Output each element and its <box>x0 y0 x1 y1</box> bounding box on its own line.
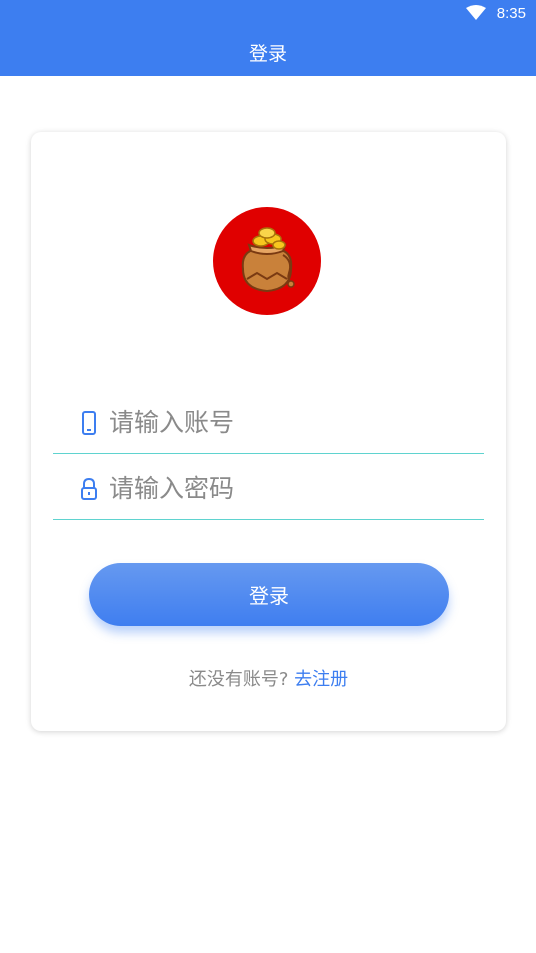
register-link[interactable]: 去注册 <box>294 669 348 690</box>
wifi-icon <box>466 5 486 20</box>
password-field <box>53 458 484 520</box>
password-input[interactable] <box>109 474 469 503</box>
register-row: 还没有账号? 去注册 <box>31 665 506 691</box>
account-input[interactable] <box>109 408 469 437</box>
page-title: 登录 <box>248 42 287 65</box>
account-field <box>53 392 484 454</box>
login-card: 登录 还没有账号? 去注册 <box>31 132 506 731</box>
login-button[interactable]: 登录 <box>89 563 449 626</box>
status-bar: 8:35 <box>0 0 536 28</box>
phone-icon <box>82 410 96 435</box>
coin-bag-icon <box>241 227 295 293</box>
lock-icon <box>81 477 97 500</box>
app-logo <box>213 207 321 315</box>
app-bar: 登录 <box>0 28 536 76</box>
status-time: 8:35 <box>496 5 526 22</box>
register-prompt: 还没有账号? <box>188 669 289 690</box>
